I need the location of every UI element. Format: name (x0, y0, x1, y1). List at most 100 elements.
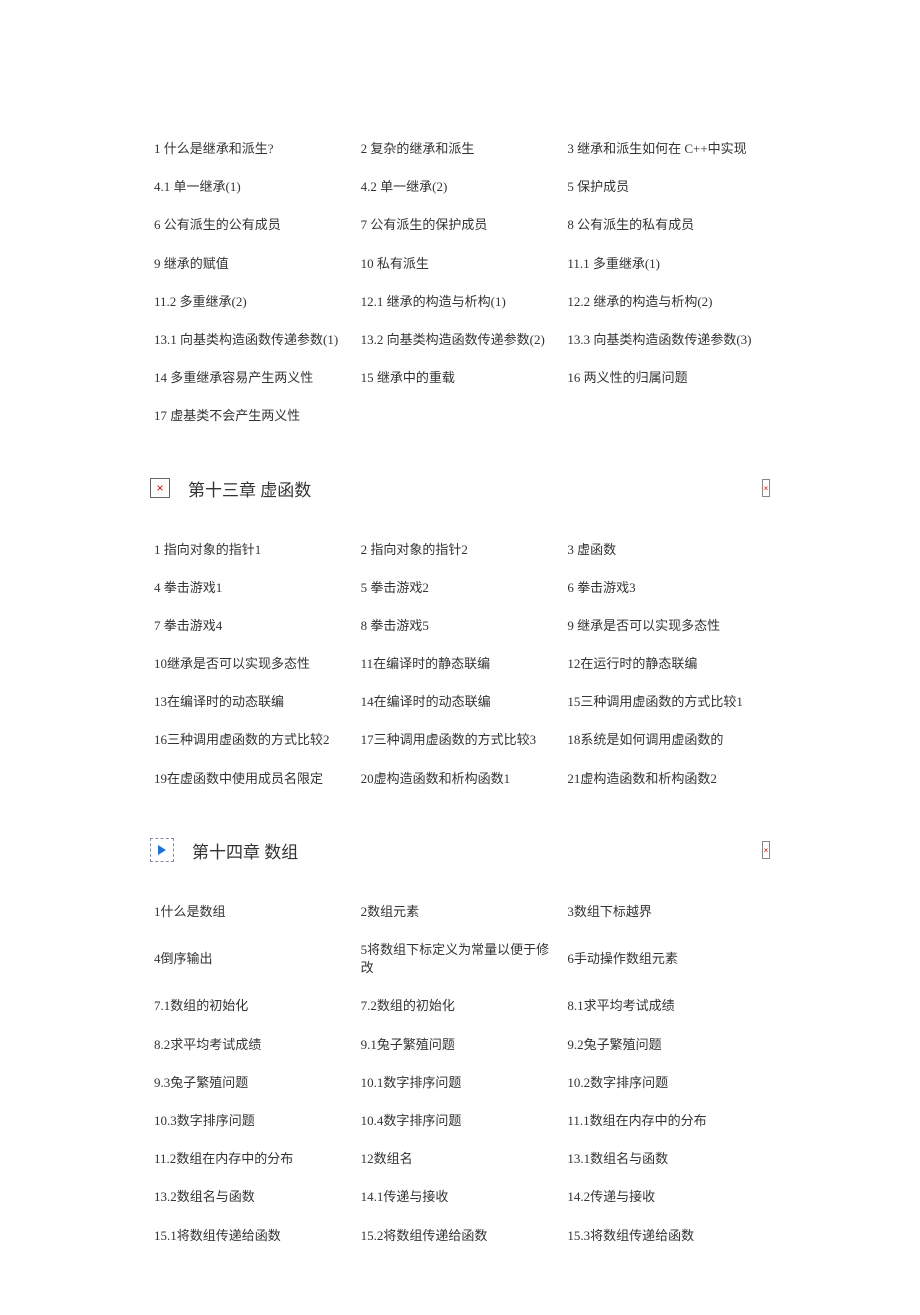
table-row: 1 什么是继承和派生?2 复杂的继承和派生3 继承和派生如何在 C++中实现 (150, 130, 770, 168)
toc-item[interactable]: 3数组下标越界 (563, 893, 770, 931)
toc-item[interactable]: 13.1 向基类构造函数传递参数(1) (150, 321, 357, 359)
toc-item[interactable]: 14在编译时的动态联编 (357, 683, 564, 721)
table-row: 6 公有派生的公有成员7 公有派生的保护成员8 公有派生的私有成员 (150, 206, 770, 244)
toc-item[interactable]: 11.2数组在内存中的分布 (150, 1140, 357, 1178)
table-row: 10继承是否可以实现多态性11在编译时的静态联编12在运行时的静态联编 (150, 645, 770, 683)
toc-item[interactable]: 15.2将数组传递给函数 (357, 1217, 564, 1255)
toc-item[interactable]: 4.1 单一继承(1) (150, 168, 357, 206)
toc-item[interactable]: 12.1 继承的构造与析构(1) (357, 283, 564, 321)
toc-item[interactable]: 10.3数字排序问题 (150, 1102, 357, 1140)
table-row: 19在虚函数中使用成员名限定20虚构造函数和析构函数121虚构造函数和析构函数2 (150, 760, 770, 798)
toc-item[interactable]: 8 公有派生的私有成员 (563, 206, 770, 244)
table-row: 13在编译时的动态联编14在编译时的动态联编15三种调用虚函数的方式比较1 (150, 683, 770, 721)
toc-item[interactable]: 14.2传递与接收 (563, 1178, 770, 1216)
table-row: 13.2数组名与函数14.1传递与接收14.2传递与接收 (150, 1178, 770, 1216)
table-row: 7.1数组的初始化7.2数组的初始化8.1求平均考试成绩 (150, 987, 770, 1025)
chapter13-header-left: × 第十三章 虚函数 (150, 476, 311, 501)
toc-item[interactable]: 10.2数字排序问题 (563, 1064, 770, 1102)
toc-item[interactable]: 13.3 向基类构造函数传递参数(3) (563, 321, 770, 359)
toc-item[interactable]: 5 拳击游戏2 (357, 569, 564, 607)
toc-item[interactable]: 12数组名 (357, 1140, 564, 1178)
toc-item[interactable]: 1 指向对象的指针1 (150, 531, 357, 569)
toc-item[interactable]: 1 什么是继承和派生? (150, 130, 357, 168)
toc-item[interactable]: 14.1传递与接收 (357, 1178, 564, 1216)
toc-item[interactable]: 8.2求平均考试成绩 (150, 1026, 357, 1064)
toc-item[interactable]: 19在虚函数中使用成员名限定 (150, 760, 357, 798)
toc-item[interactable]: 13.1数组名与函数 (563, 1140, 770, 1178)
chapter13-toc-table: 1 指向对象的指针12 指向对象的指针23 虚函数 4 拳击游戏15 拳击游戏26… (150, 531, 770, 798)
toc-item[interactable]: 7.2数组的初始化 (357, 987, 564, 1025)
toc-item[interactable]: 11.1 多重继承(1) (563, 245, 770, 283)
chapter14-title: 第十四章 数组 (192, 838, 298, 863)
toc-item (357, 397, 564, 435)
chapter13-title: 第十三章 虚函数 (188, 476, 311, 501)
toc-item[interactable]: 12.2 继承的构造与析构(2) (563, 283, 770, 321)
table-row: 11.2数组在内存中的分布12数组名13.1数组名与函数 (150, 1140, 770, 1178)
toc-item[interactable]: 17三种调用虚函数的方式比较3 (357, 721, 564, 759)
toc-item[interactable]: 2数组元素 (357, 893, 564, 931)
toc-item[interactable]: 7 公有派生的保护成员 (357, 206, 564, 244)
toc-item[interactable]: 10 私有派生 (357, 245, 564, 283)
toc-item[interactable]: 4 拳击游戏1 (150, 569, 357, 607)
toc-item[interactable]: 2 复杂的继承和派生 (357, 130, 564, 168)
toc-item[interactable]: 9.3兔子繁殖问题 (150, 1064, 357, 1102)
toc-item[interactable]: 11在编译时的静态联编 (357, 645, 564, 683)
toc-item[interactable]: 8 拳击游戏5 (357, 607, 564, 645)
toc-item[interactable]: 4倒序输出 (150, 931, 357, 987)
toc-item[interactable]: 7 拳击游戏4 (150, 607, 357, 645)
toc-item[interactable]: 6 拳击游戏3 (563, 569, 770, 607)
broken-image-icon: × (150, 478, 170, 498)
broken-image-icon: × (762, 479, 770, 497)
toc-item[interactable]: 3 继承和派生如何在 C++中实现 (563, 130, 770, 168)
toc-item[interactable]: 5 保护成员 (563, 168, 770, 206)
table-row: 1什么是数组2数组元素3数组下标越界 (150, 893, 770, 931)
toc-item[interactable]: 7.1数组的初始化 (150, 987, 357, 1025)
toc-item[interactable]: 15.3将数组传递给函数 (563, 1217, 770, 1255)
toc-item[interactable]: 11.2 多重继承(2) (150, 283, 357, 321)
toc-item[interactable]: 9.1兔子繁殖问题 (357, 1026, 564, 1064)
arrow-right-icon (150, 838, 174, 862)
chapter14-header: 第十四章 数组 × (150, 838, 770, 863)
toc-item[interactable]: 8.1求平均考试成绩 (563, 987, 770, 1025)
broken-image-icon: × (762, 841, 770, 859)
toc-item[interactable]: 10继承是否可以实现多态性 (150, 645, 357, 683)
toc-item[interactable]: 9 继承的赋值 (150, 245, 357, 283)
toc-item[interactable]: 6手动操作数组元素 (563, 931, 770, 987)
page-content: 1 什么是继承和派生?2 复杂的继承和派生3 继承和派生如何在 C++中实现4.… (0, 0, 920, 1315)
table-row: 11.2 多重继承(2)12.1 继承的构造与析构(1)12.2 继承的构造与析… (150, 283, 770, 321)
table-row: 16三种调用虚函数的方式比较217三种调用虚函数的方式比较318系统是如何调用虚… (150, 721, 770, 759)
toc-item[interactable]: 6 公有派生的公有成员 (150, 206, 357, 244)
table-row: 9 继承的赋值10 私有派生11.1 多重继承(1) (150, 245, 770, 283)
table-row: 8.2求平均考试成绩9.1兔子繁殖问题9.2兔子繁殖问题 (150, 1026, 770, 1064)
toc-item[interactable]: 9.2兔子繁殖问题 (563, 1026, 770, 1064)
table-row: 4倒序输出5将数组下标定义为常量以便于修改6手动操作数组元素 (150, 931, 770, 987)
table-row: 7 拳击游戏48 拳击游戏59 继承是否可以实现多态性 (150, 607, 770, 645)
toc-item[interactable]: 3 虚函数 (563, 531, 770, 569)
toc-item[interactable]: 10.4数字排序问题 (357, 1102, 564, 1140)
table-row: 17 虚基类不会产生两义性 (150, 397, 770, 435)
toc-item[interactable]: 13.2 向基类构造函数传递参数(2) (357, 321, 564, 359)
toc-item[interactable]: 20虚构造函数和析构函数1 (357, 760, 564, 798)
toc-item[interactable]: 21虚构造函数和析构函数2 (563, 760, 770, 798)
toc-item[interactable]: 10.1数字排序问题 (357, 1064, 564, 1102)
toc-item[interactable]: 9 继承是否可以实现多态性 (563, 607, 770, 645)
toc-item[interactable]: 15三种调用虚函数的方式比较1 (563, 683, 770, 721)
table-row: 15.1将数组传递给函数15.2将数组传递给函数15.3将数组传递给函数 (150, 1217, 770, 1255)
chapter12-toc-table: 1 什么是继承和派生?2 复杂的继承和派生3 继承和派生如何在 C++中实现4.… (150, 130, 770, 436)
toc-item[interactable]: 12在运行时的静态联编 (563, 645, 770, 683)
toc-item[interactable]: 13.2数组名与函数 (150, 1178, 357, 1216)
toc-item[interactable]: 4.2 单一继承(2) (357, 168, 564, 206)
toc-item[interactable]: 17 虚基类不会产生两义性 (150, 397, 357, 435)
toc-item[interactable]: 16 两义性的归属问题 (563, 359, 770, 397)
toc-item[interactable]: 1什么是数组 (150, 893, 357, 931)
toc-item[interactable]: 11.1数组在内存中的分布 (563, 1102, 770, 1140)
chapter14-header-left: 第十四章 数组 (150, 838, 298, 863)
toc-item[interactable]: 18系统是如何调用虚函数的 (563, 721, 770, 759)
toc-item[interactable]: 2 指向对象的指针2 (357, 531, 564, 569)
toc-item[interactable]: 5将数组下标定义为常量以便于修改 (357, 931, 564, 987)
toc-item[interactable]: 13在编译时的动态联编 (150, 683, 357, 721)
toc-item[interactable]: 15 继承中的重载 (357, 359, 564, 397)
toc-item[interactable]: 15.1将数组传递给函数 (150, 1217, 357, 1255)
toc-item[interactable]: 16三种调用虚函数的方式比较2 (150, 721, 357, 759)
toc-item[interactable]: 14 多重继承容易产生两义性 (150, 359, 357, 397)
